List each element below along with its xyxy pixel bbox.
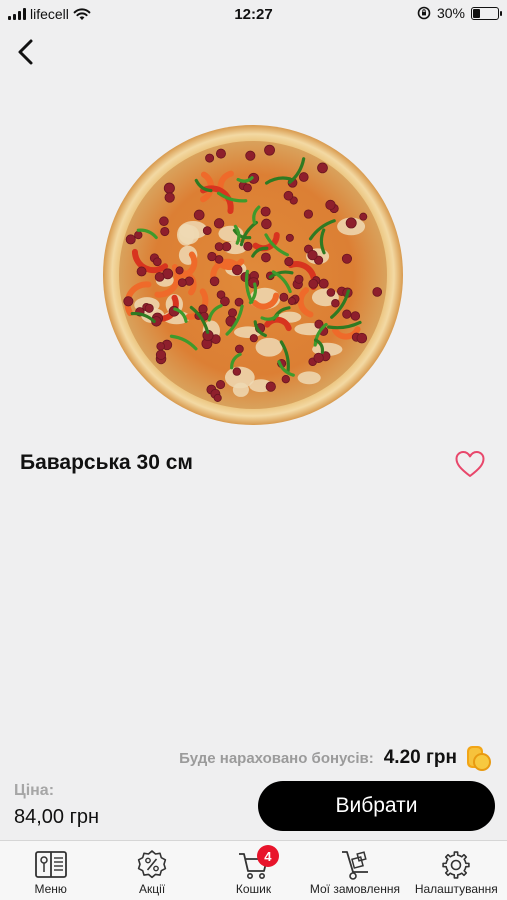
status-right: 30% [417,5,502,21]
favorite-button[interactable] [454,449,486,479]
menu-book-icon [34,851,67,878]
battery-fill [473,8,480,18]
tab-orders[interactable]: Мої замовлення [304,841,405,900]
tab-label: Акції [139,882,166,896]
price-label: Ціна: [14,782,55,799]
rotation-lock-icon [417,6,431,20]
tab-label: Меню [34,882,67,896]
tab-bar: Меню Акції 4 Кошик Мої замовлення Налашт… [0,840,507,900]
status-bar: lifecell 12:27 30% [0,0,507,28]
discount-badge-icon [137,850,167,879]
product-title: Баварська 30 см [20,451,193,474]
heart-icon [455,451,485,477]
tab-label: Кошик [235,882,272,896]
bonus-row: Буде нараховано бонусів: 4.20 грн [179,744,493,772]
tab-label: Налаштування [414,882,498,896]
price-value: 84,00 грн [14,806,100,828]
hand-truck-icon [341,851,368,880]
tab-cart[interactable]: 4 Кошик [203,841,304,900]
select-button[interactable]: Вибрати [258,781,495,831]
gear-icon [442,851,471,879]
product-image [102,124,404,426]
bonus-value: 4.20 грн [383,747,457,768]
coins-icon [467,746,491,771]
cart-badge: 4 [256,845,279,867]
battery-percent: 30% [436,5,465,21]
tab-promotions[interactable]: Акції [101,841,202,900]
chevron-left-icon [18,39,33,65]
tab-menu[interactable]: Меню [0,841,101,900]
bonus-label: Буде нараховано бонусів: [179,749,374,767]
tab-settings[interactable]: Налаштування [406,841,507,900]
battery-icon [471,6,502,20]
tab-label: Мої замовлення [309,882,400,896]
back-button[interactable] [12,36,42,68]
